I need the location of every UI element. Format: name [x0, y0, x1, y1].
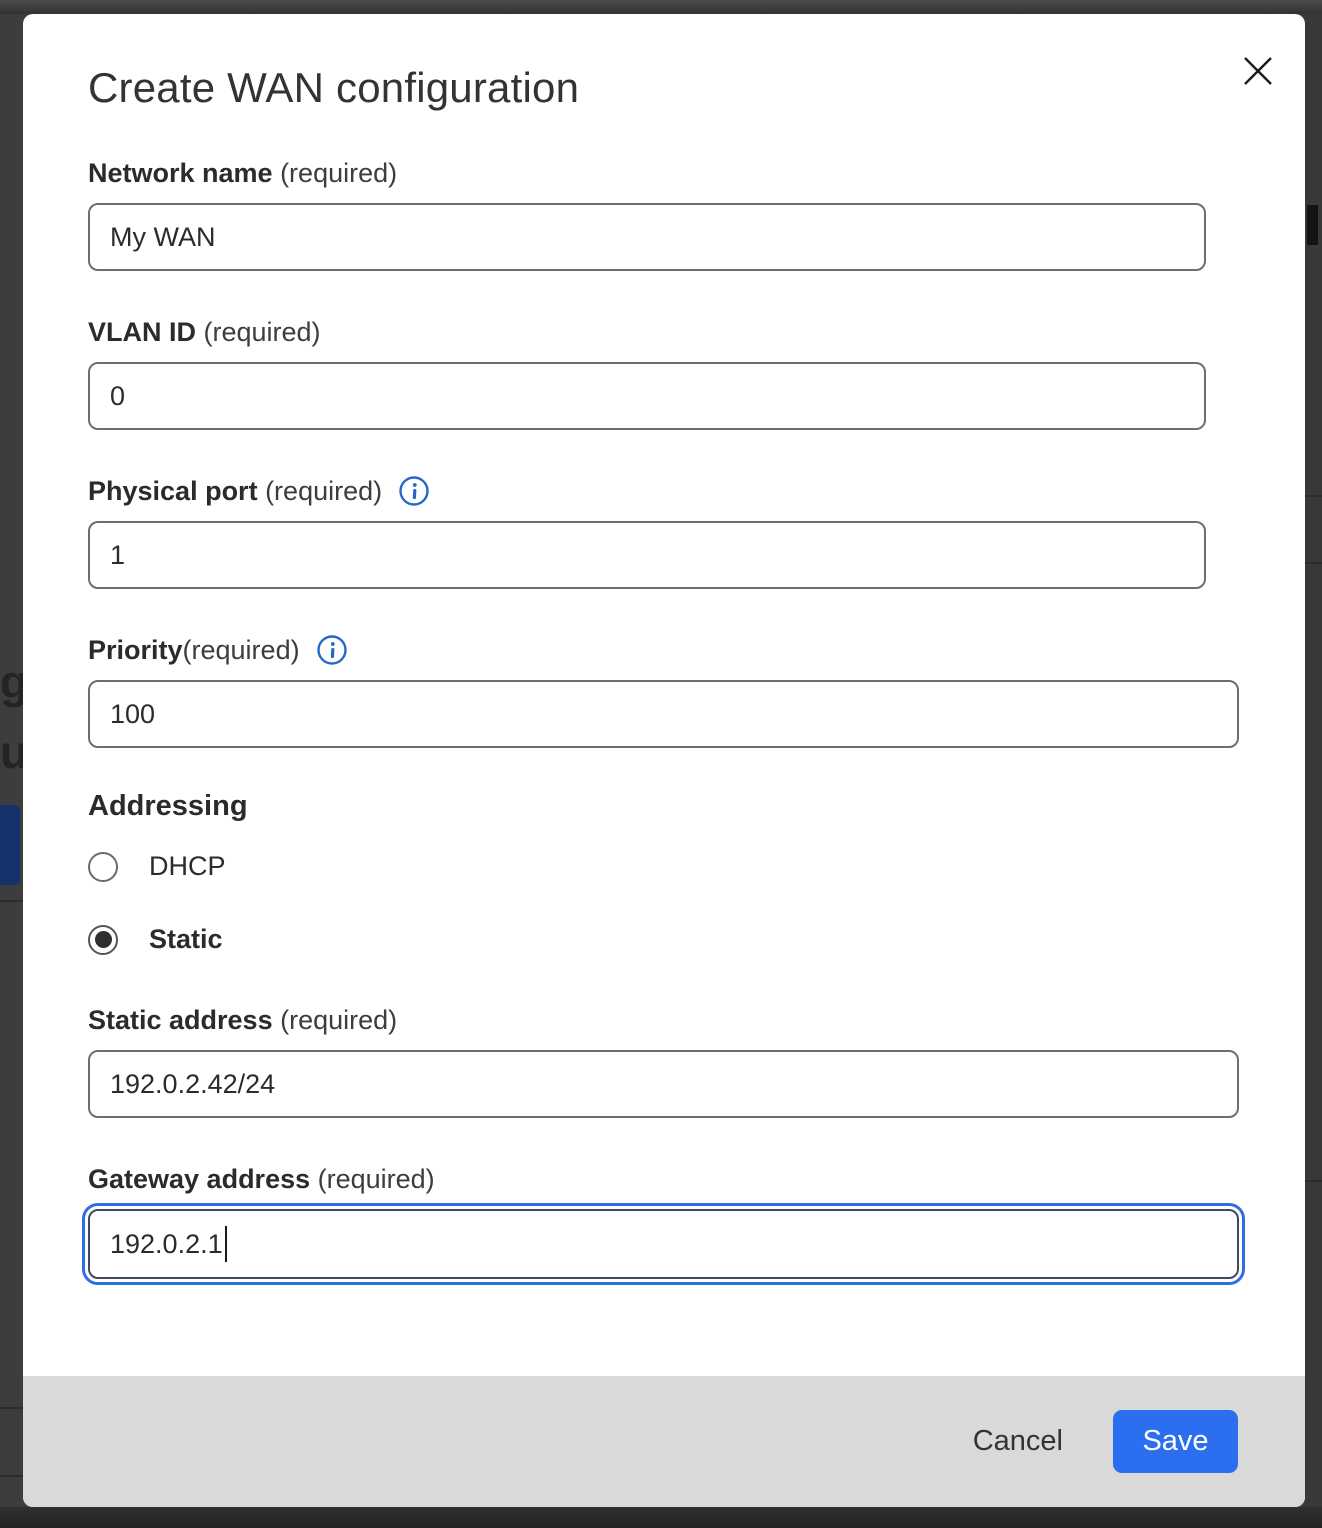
- priority-input[interactable]: [88, 680, 1239, 748]
- priority-label: Priority: [88, 633, 183, 667]
- required-hint: (required): [183, 633, 300, 667]
- physical-port-input[interactable]: [88, 521, 1206, 589]
- dimmed-page-bottom: [0, 1507, 1322, 1528]
- vlan-id-input[interactable]: [88, 362, 1206, 430]
- radio-label-dhcp: DHCP: [149, 851, 226, 882]
- dimmed-divider: [1305, 495, 1322, 497]
- required-hint: (required): [310, 1162, 435, 1196]
- static-address-field: Static address (required): [88, 1003, 1240, 1118]
- static-address-label: Static address: [88, 1003, 273, 1037]
- network-name-label: Network name: [88, 156, 273, 190]
- dimmed-text-fragment: u: [0, 725, 23, 779]
- gateway-address-field: Gateway address (required) 192.0.2.1: [88, 1162, 1240, 1279]
- dimmed-page-top: [0, 0, 1322, 14]
- static-address-input[interactable]: [88, 1050, 1239, 1118]
- physical-port-field: Physical port (required): [88, 474, 1240, 589]
- addressing-option-dhcp[interactable]: DHCP: [88, 851, 1240, 882]
- radio-selected-icon[interactable]: [88, 925, 118, 955]
- dimmed-button-fragment: [0, 805, 20, 885]
- dialog-title: Create WAN configuration: [88, 64, 1240, 112]
- priority-field: Priority(required): [88, 633, 1240, 748]
- dimmed-divider: [0, 1407, 23, 1409]
- info-icon[interactable]: [398, 475, 430, 507]
- dimmed-fragment: [1307, 205, 1318, 245]
- dialog-footer: Cancel Save: [23, 1376, 1305, 1507]
- vlan-id-label: VLAN ID: [88, 315, 196, 349]
- network-name-field: Network name (required): [88, 156, 1240, 271]
- required-hint: (required): [258, 474, 383, 508]
- close-button[interactable]: [1238, 52, 1278, 92]
- dimmed-divider: [0, 900, 23, 902]
- create-wan-configuration-dialog: Create WAN configuration Network name (r…: [23, 14, 1305, 1507]
- physical-port-label: Physical port: [88, 474, 258, 508]
- dimmed-divider: [1305, 1180, 1322, 1182]
- required-hint: (required): [273, 1003, 398, 1037]
- text-cursor: [225, 1226, 227, 1262]
- gateway-address-label: Gateway address: [88, 1162, 310, 1196]
- gateway-address-value: 192.0.2.1: [110, 1229, 223, 1260]
- dimmed-divider: [1305, 562, 1322, 564]
- gateway-address-input[interactable]: 192.0.2.1: [88, 1209, 1239, 1279]
- network-name-input[interactable]: [88, 203, 1206, 271]
- radio-label-static: Static: [149, 924, 223, 955]
- dimmed-text-fragment: g: [0, 655, 23, 709]
- cancel-button[interactable]: Cancel: [973, 1425, 1063, 1458]
- vlan-id-field: VLAN ID (required): [88, 315, 1240, 430]
- info-icon[interactable]: [316, 634, 348, 666]
- required-hint: (required): [273, 156, 398, 190]
- close-icon: [1241, 54, 1275, 91]
- required-hint: (required): [196, 315, 321, 349]
- addressing-heading: Addressing: [88, 790, 1240, 823]
- save-button[interactable]: Save: [1113, 1410, 1238, 1473]
- addressing-option-static[interactable]: Static: [88, 924, 1240, 955]
- dimmed-divider: [0, 1475, 23, 1477]
- radio-unselected-icon[interactable]: [88, 852, 118, 882]
